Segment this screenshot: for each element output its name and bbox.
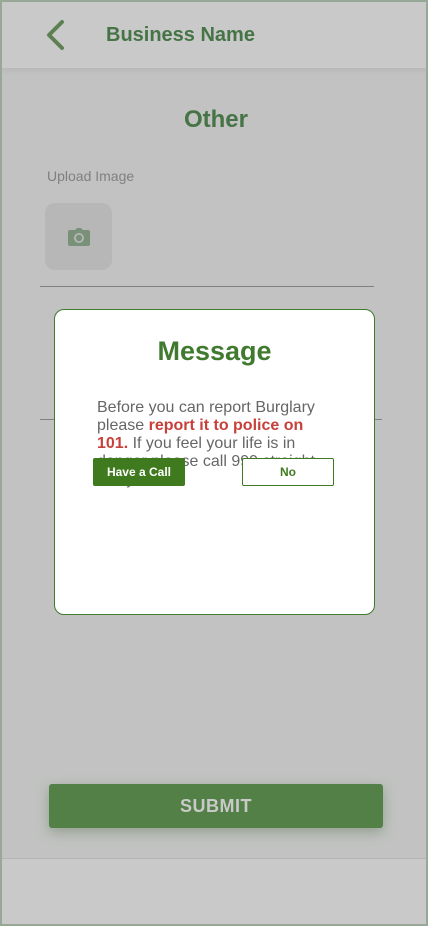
- app-screen: Business Name Other Upload Image SUBMIT …: [0, 0, 428, 926]
- have-a-call-button[interactable]: Have a Call: [93, 458, 185, 486]
- dialog-title: Message: [157, 336, 272, 366]
- message-dialog: Message Before you can report Burglary p…: [54, 309, 375, 615]
- no-button[interactable]: No: [242, 458, 334, 486]
